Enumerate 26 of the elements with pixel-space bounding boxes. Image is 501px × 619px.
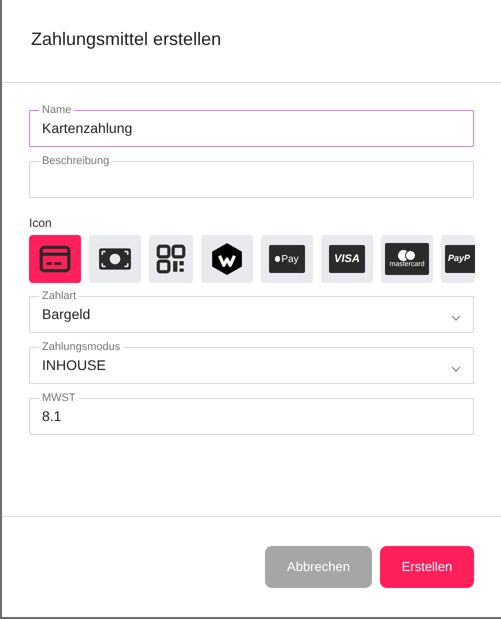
icon-option[interactable]: Pay [261,235,313,283]
field-label: Zahlart [41,291,78,301]
field-label: MWST [41,393,77,403]
input-field[interactable]: MWST 8.1 [29,393,474,435]
icon-option[interactable]: VISA [321,235,373,283]
payment-logo: PayP [445,245,475,273]
icon-option[interactable] [149,235,193,283]
field-label: Icon [29,215,53,232]
field-label: Name [41,105,72,115]
icon-option[interactable]: PayP [441,235,475,283]
payment-logo: Pay [269,245,305,273]
icon-option[interactable] [201,235,253,283]
payment-logo: VISA [329,245,365,273]
create-button[interactable]: Erstellen [380,546,474,588]
input-field[interactable]: Beschreibung [29,156,474,198]
input-field[interactable]: Name Kartenzahlung [29,105,474,147]
dialog-title: Zahlungsmittel erstellen [31,28,222,51]
icon-option[interactable] [89,235,141,283]
qr-code-icon [154,242,188,276]
chevron-down-icon [451,315,461,321]
field-label: Zahlungsmodus [41,342,122,352]
chevron-down-icon [451,366,461,372]
select-field[interactable]: Zahlungsmodus INHOUSE [29,342,474,384]
field-label: Beschreibung [41,156,110,166]
hexagon-icon [210,242,244,276]
select-field[interactable]: Zahlart Bargeld [29,291,474,333]
